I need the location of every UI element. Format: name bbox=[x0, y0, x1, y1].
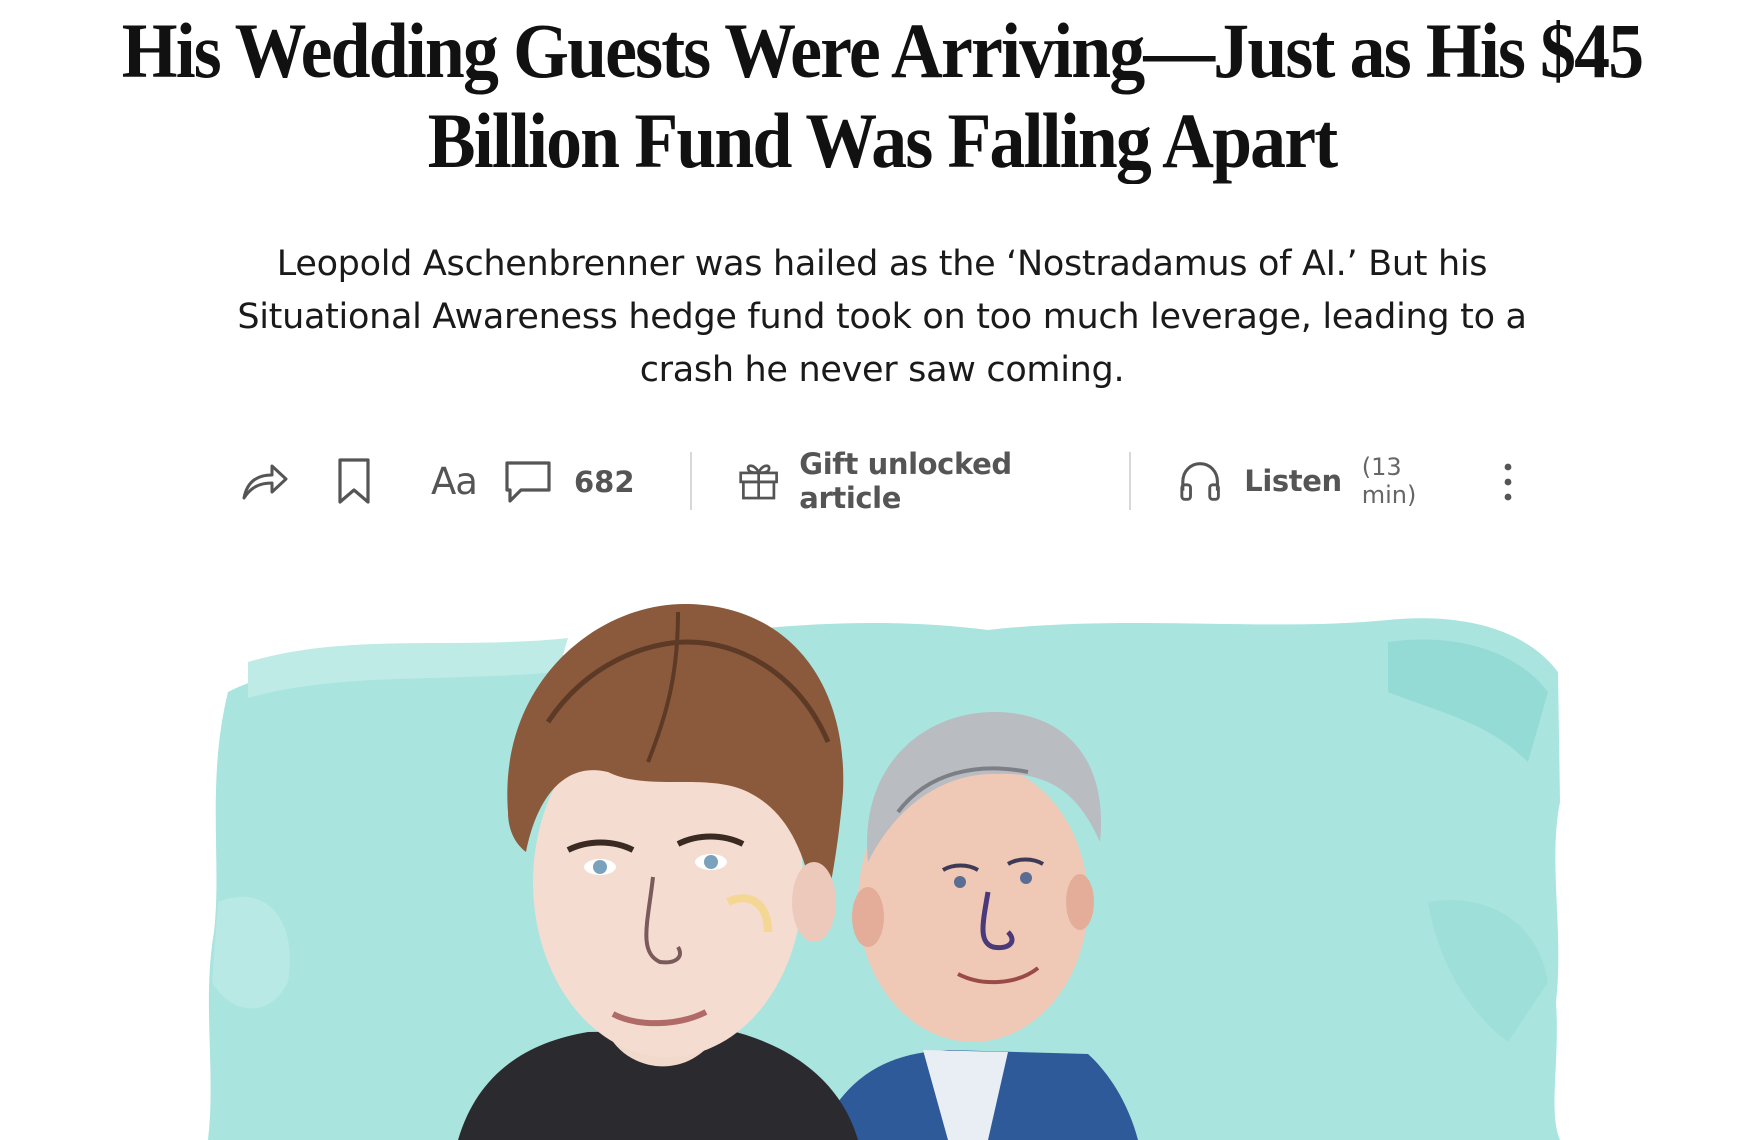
save-button[interactable] bbox=[332, 456, 376, 506]
toolbar-divider bbox=[690, 452, 692, 510]
comments-count: 682 bbox=[574, 465, 635, 499]
article-dek: Leopold Aschenbrenner was hailed as the … bbox=[237, 244, 1527, 390]
article-headline: His Wedding Guests Were Arriving—Just as… bbox=[121, 7, 1644, 184]
share-icon bbox=[242, 464, 288, 500]
share-button[interactable] bbox=[240, 458, 290, 504]
headphones-icon bbox=[1180, 462, 1220, 501]
toolbar-divider bbox=[1129, 452, 1131, 510]
more-options-button[interactable] bbox=[1490, 456, 1526, 508]
comment-icon bbox=[505, 461, 551, 503]
comments-button[interactable]: 682 bbox=[504, 456, 644, 508]
more-vert-icon bbox=[1504, 463, 1512, 501]
bookmark-icon bbox=[338, 458, 370, 504]
hero-illustration bbox=[208, 602, 1568, 1140]
text-size-button[interactable]: Aa bbox=[412, 454, 496, 508]
gift-article-button[interactable]: Gift unlocked article bbox=[738, 447, 1090, 515]
listen-label: Listen bbox=[1244, 464, 1342, 498]
listen-duration: (13 min) bbox=[1361, 453, 1417, 509]
text-size-icon: Aa bbox=[431, 459, 478, 503]
gift-label: Gift unlocked article bbox=[799, 447, 1012, 515]
listen-button[interactable]: Listen (13 min) bbox=[1178, 453, 1460, 509]
gift-icon bbox=[739, 464, 778, 500]
article-toolbar: Aa 682 Gift unlocked article Listen (13 … bbox=[0, 446, 1764, 516]
